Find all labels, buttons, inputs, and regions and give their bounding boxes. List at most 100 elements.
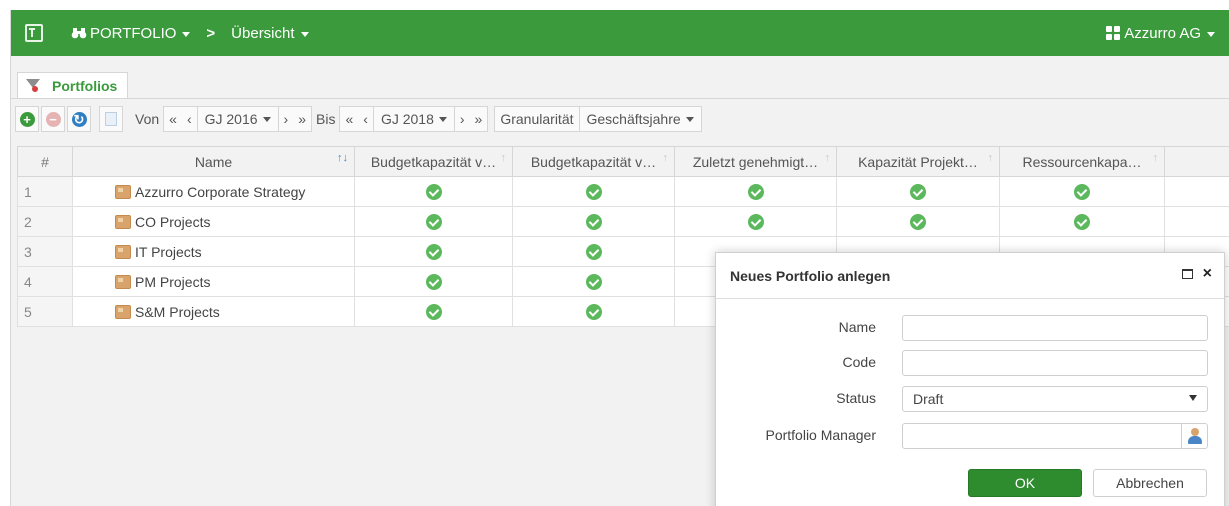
sort-icon[interactable]: ↑: [1153, 152, 1159, 164]
name-cell[interactable]: Azzurro Corporate Strategy: [72, 176, 355, 207]
export-button[interactable]: [99, 106, 123, 132]
check-cell: [674, 206, 837, 237]
to-next-button[interactable]: ›: [455, 107, 470, 131]
manager-row: Portfolio Manager: [716, 423, 1226, 449]
row-number: 3: [17, 236, 73, 267]
check-icon: [1074, 213, 1090, 230]
company-menu[interactable]: Azzurro AG: [1106, 10, 1215, 56]
column-header-resource-capacity[interactable]: Ressourcenkapa… ↑: [999, 146, 1165, 177]
check-icon: [425, 243, 442, 260]
close-icon[interactable]: ×: [1203, 266, 1212, 282]
status-value: Draft: [913, 391, 944, 407]
to-year-navigator: « ‹ GJ 2018 › »: [339, 106, 489, 132]
maximize-icon[interactable]: [1181, 269, 1193, 279]
portfolio-name: PM Projects: [135, 273, 211, 290]
check-cell: [836, 176, 1000, 207]
from-first-button[interactable]: «: [164, 107, 182, 131]
column-header-number[interactable]: #: [17, 146, 73, 177]
add-button[interactable]: +: [15, 106, 39, 132]
sort-icon[interactable]: ↑↓: [337, 152, 348, 164]
column-header-project-capacity[interactable]: Kapazität Projekt… ↑: [836, 146, 1000, 177]
sort-icon[interactable]: ↑: [825, 152, 831, 164]
granularity-select[interactable]: Geschäftsjahre: [578, 107, 701, 131]
cancel-button[interactable]: Abbrechen: [1093, 469, 1207, 497]
toolbar: + − ↻ Von « ‹ GJ 2016 › » Bis « ‹ GJ 201…: [15, 104, 702, 134]
person-icon: [1187, 428, 1202, 444]
column-header-label: Budgetkapazität v…: [370, 153, 497, 170]
refresh-button[interactable]: ↻: [67, 106, 91, 132]
to-first-button[interactable]: «: [340, 107, 358, 131]
overview-menu-label: Übersicht: [231, 24, 295, 42]
folder-icon: [115, 214, 131, 229]
check-icon: [585, 213, 602, 230]
to-prev-button[interactable]: ‹: [358, 107, 373, 131]
row-number: 2: [17, 206, 73, 237]
portfolio-name: S&M Projects: [135, 303, 220, 320]
export-icon: [105, 112, 117, 126]
code-label: Code: [842, 354, 876, 370]
name-field[interactable]: [902, 315, 1208, 341]
check-icon: [910, 183, 926, 200]
table-row[interactable]: 2 CO Projects: [17, 206, 1229, 237]
name-cell[interactable]: S&M Projects: [72, 296, 355, 327]
status-select[interactable]: Draft: [902, 386, 1208, 412]
tab-portfolios-label: Portfolios: [52, 77, 118, 94]
add-icon: +: [19, 111, 35, 127]
check-cell: [512, 176, 675, 207]
chevron-down-icon: [1189, 395, 1197, 401]
check-icon: [585, 303, 602, 320]
column-header-budget-capacity-2[interactable]: Budgetkapazität v… ↑: [512, 146, 675, 177]
from-year-navigator: « ‹ GJ 2016 › »: [163, 106, 313, 132]
code-field[interactable]: [902, 350, 1208, 376]
delete-button[interactable]: −: [41, 106, 65, 132]
check-cell: [836, 206, 1000, 237]
check-icon: [585, 273, 602, 290]
company-menu-label: Azzurro AG: [1124, 24, 1201, 42]
row-number: 1: [17, 176, 73, 207]
funnel-icon: [26, 78, 40, 93]
check-icon: [585, 243, 602, 260]
granularity-label: Granularität: [500, 111, 574, 127]
from-year-select[interactable]: GJ 2016: [196, 107, 279, 131]
app-window: PORTFOLIO > Übersicht Azzurro AG Portfol…: [10, 10, 1229, 506]
dialog-title: Neues Portfolio anlegen: [730, 267, 891, 284]
portfolio-menu-label: PORTFOLIO: [90, 24, 177, 42]
select-person-button[interactable]: [1181, 424, 1207, 448]
check-cell: [512, 266, 675, 297]
tab-portfolios[interactable]: Portfolios: [17, 72, 129, 98]
check-icon: [425, 183, 442, 200]
chevron-down-icon: [438, 116, 447, 122]
to-last-button[interactable]: »: [470, 107, 488, 131]
sort-icon[interactable]: ↑: [988, 152, 994, 164]
table-row[interactable]: 1 Azzurro Corporate Strategy: [17, 176, 1229, 207]
name-cell[interactable]: IT Projects: [72, 236, 355, 267]
column-header-last-approved[interactable]: Zuletzt genehmigt… ↑: [674, 146, 837, 177]
empty-cell: [1164, 176, 1229, 207]
new-portfolio-dialog: Neues Portfolio anlegen × Name Code Stat…: [715, 252, 1225, 506]
folder-icon: [115, 304, 131, 319]
column-header-name[interactable]: Name ↑↓: [72, 146, 355, 177]
from-year-value: GJ 2016: [204, 111, 258, 127]
granularity-value: Geschäftsjahre: [586, 111, 681, 127]
check-cell: [512, 206, 675, 237]
name-row: Name: [716, 315, 1226, 341]
column-header-budget-capacity-1[interactable]: Budgetkapazität v… ↑: [354, 146, 513, 177]
from-next-button[interactable]: ›: [279, 107, 294, 131]
to-year-value: GJ 2018: [380, 111, 434, 127]
from-last-button[interactable]: »: [293, 107, 311, 131]
sort-icon[interactable]: ↑: [663, 152, 669, 164]
name-cell[interactable]: CO Projects: [72, 206, 355, 237]
column-header-label: Kapazität Projekt…: [858, 153, 978, 170]
from-prev-button[interactable]: ‹: [182, 107, 197, 131]
portfolio-manager-field[interactable]: [902, 423, 1208, 449]
ok-button[interactable]: OK: [968, 469, 1082, 497]
overview-menu[interactable]: Übersicht: [231, 24, 309, 42]
to-year-select[interactable]: GJ 2018: [372, 107, 455, 131]
sort-icon[interactable]: ↑: [501, 152, 507, 164]
portfolio-menu[interactable]: PORTFOLIO: [71, 24, 191, 42]
status-label: Status: [836, 390, 876, 406]
check-cell: [354, 206, 513, 237]
check-icon: [1074, 183, 1090, 200]
app-logo-icon[interactable]: [25, 24, 43, 42]
name-cell[interactable]: PM Projects: [72, 266, 355, 297]
